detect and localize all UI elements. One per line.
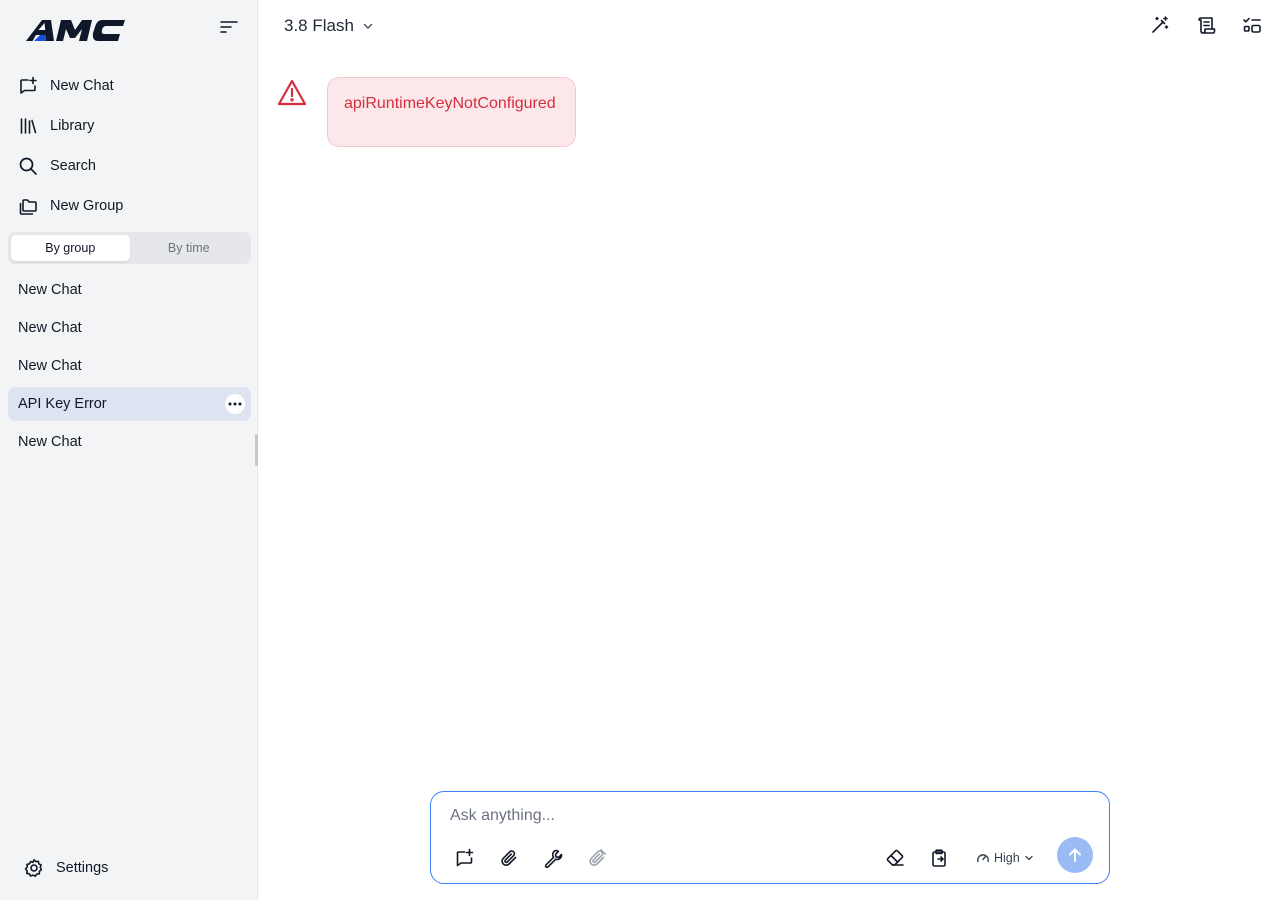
chat-list-item[interactable]: New Chat — [8, 349, 251, 383]
collapse-sidebar-icon[interactable] — [218, 16, 240, 38]
toggle-by-group[interactable]: By group — [11, 235, 130, 261]
reasoning-effort-selector[interactable]: High — [976, 848, 1034, 868]
sidebar: New Chat Library Search New Group By gro… — [0, 0, 258, 900]
settings-label: Settings — [56, 860, 109, 876]
eraser-icon[interactable] — [885, 848, 905, 868]
send-button[interactable] — [1057, 837, 1093, 873]
nav-label: Library — [50, 118, 95, 134]
arrow-up-icon — [1067, 847, 1083, 863]
chevron-down-icon — [1024, 853, 1034, 863]
message-composer: High — [430, 791, 1110, 884]
attachment-disabled-icon[interactable] — [587, 848, 607, 868]
app-logo[interactable] — [24, 18, 126, 42]
chat-title: New Chat — [18, 282, 82, 298]
new-chat-icon — [18, 76, 38, 96]
model-selector[interactable]: 3.8 Flash — [284, 14, 374, 38]
more-options-icon[interactable] — [225, 394, 245, 414]
nav-new-chat[interactable]: New Chat — [18, 71, 114, 101]
header-actions — [1150, 15, 1262, 35]
sidebar-resize-handle[interactable] — [255, 434, 258, 466]
chat-list-item-active[interactable]: API Key Error — [8, 387, 251, 421]
view-toggle: By group By time — [8, 232, 251, 264]
library-icon — [18, 116, 38, 136]
chat-title: New Chat — [18, 434, 82, 450]
gauge-icon — [976, 851, 990, 865]
search-icon — [18, 156, 38, 176]
checklist-icon[interactable] — [1242, 15, 1262, 35]
warning-icon — [277, 78, 307, 108]
gear-icon — [24, 858, 44, 878]
nav-label: New Group — [50, 198, 124, 214]
clipboard-icon[interactable] — [929, 848, 949, 868]
folders-icon — [18, 196, 38, 216]
nav-new-group[interactable]: New Group — [18, 191, 123, 221]
model-name: 3.8 Flash — [284, 16, 354, 35]
chat-list-item[interactable]: New Chat — [8, 311, 251, 345]
chat-title: API Key Error — [18, 396, 107, 412]
toggle-by-time[interactable]: By time — [130, 235, 249, 261]
nav-search[interactable]: Search — [18, 151, 96, 181]
nav-label: Search — [50, 158, 96, 174]
nav-library[interactable]: Library — [18, 111, 94, 141]
chat-list-item[interactable]: New Chat — [8, 425, 251, 459]
chevron-down-icon — [362, 20, 374, 32]
magic-wand-icon[interactable] — [1150, 15, 1170, 35]
error-message-row: apiRuntimeKeyNotConfigured — [277, 77, 576, 147]
effort-label: High — [994, 851, 1020, 865]
chat-title: New Chat — [18, 320, 82, 336]
wrench-icon[interactable] — [543, 848, 563, 868]
chat-title: New Chat — [18, 358, 82, 374]
error-bubble: apiRuntimeKeyNotConfigured — [327, 77, 576, 147]
message-input[interactable] — [450, 804, 1050, 828]
chat-list-item[interactable]: New Chat — [8, 273, 251, 307]
scroll-icon[interactable] — [1196, 15, 1216, 35]
new-topic-icon[interactable] — [455, 848, 475, 868]
paperclip-icon[interactable] — [499, 848, 519, 868]
settings-button[interactable]: Settings — [24, 856, 108, 880]
nav-label: New Chat — [50, 78, 114, 94]
chat-main: 3.8 Flash apiRuntimeKeyNotConfigured Ask… — [259, 0, 1280, 900]
error-text: apiRuntimeKeyNotConfigured — [344, 95, 556, 112]
